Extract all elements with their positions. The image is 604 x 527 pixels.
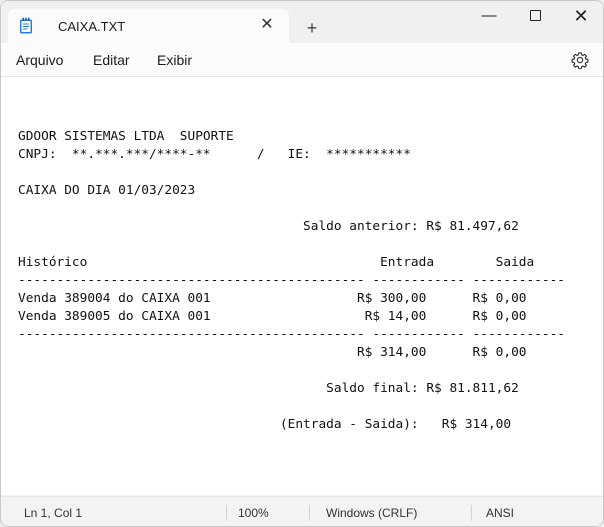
gear-icon[interactable] bbox=[571, 51, 589, 69]
menu-editar[interactable]: Editar bbox=[93, 52, 130, 68]
new-tab-icon[interactable]: + bbox=[301, 17, 323, 39]
text-editor-area[interactable]: GDOOR SISTEMAS LTDA SUPORTE CNPJ: **.***… bbox=[1, 77, 603, 495]
notepad-icon bbox=[20, 17, 32, 34]
document-line: CNPJ: **.***.***/****-** / IE: *********… bbox=[18, 147, 411, 162]
title-bar: CAIXA.TXT ✕ + — ✕ bbox=[1, 1, 603, 43]
line-ending[interactable]: Windows (CRLF) bbox=[326, 506, 417, 520]
document-line: Venda 389004 do CAIXA 001 R$ 300,00 R$ 0… bbox=[18, 291, 527, 306]
document-line: GDOOR SISTEMAS LTDA SUPORTE bbox=[18, 129, 234, 144]
maximize-button[interactable] bbox=[512, 1, 558, 33]
document-line: Histórico Entrada Saida bbox=[18, 255, 535, 270]
maximize-icon bbox=[529, 9, 541, 21]
document-line: (Entrada - Saida): R$ 314,00 bbox=[18, 417, 512, 432]
document-line: R$ 314,00 R$ 0,00 bbox=[18, 345, 527, 360]
document-line: CAIXA DO DIA 01/03/2023 bbox=[18, 183, 196, 198]
minimize-button[interactable]: — bbox=[466, 1, 512, 33]
document-line: ----------------------------------------… bbox=[18, 273, 566, 288]
status-divider bbox=[309, 505, 310, 521]
document-line: ----------------------------------------… bbox=[18, 327, 566, 342]
menu-exibir[interactable]: Exibir bbox=[157, 52, 192, 68]
document-line: Venda 389005 do CAIXA 001 R$ 14,00 R$ 0,… bbox=[18, 309, 527, 324]
notepad-window: CAIXA.TXT ✕ + — ✕ Arquivo Editar Exibir … bbox=[0, 0, 604, 527]
cursor-position: Ln 1, Col 1 bbox=[24, 506, 83, 520]
document-text: GDOOR SISTEMAS LTDA SUPORTE CNPJ: **.***… bbox=[18, 128, 565, 434]
tab-caixa-txt[interactable]: CAIXA.TXT ✕ bbox=[8, 9, 289, 43]
status-bar: Ln 1, Col 1 100% Windows (CRLF) ANSI bbox=[1, 496, 603, 526]
close-window-button[interactable]: ✕ bbox=[558, 1, 603, 33]
minimize-icon: — bbox=[481, 7, 497, 24]
tab-title: CAIXA.TXT bbox=[58, 19, 126, 34]
close-icon: ✕ bbox=[573, 6, 589, 26]
encoding[interactable]: ANSI bbox=[486, 506, 514, 520]
menu-arquivo[interactable]: Arquivo bbox=[16, 52, 63, 68]
zoom-level[interactable]: 100% bbox=[238, 506, 269, 520]
menu-bar: Arquivo Editar Exibir bbox=[1, 43, 603, 77]
close-tab-icon[interactable]: ✕ bbox=[258, 15, 276, 35]
document-line: Saldo final: R$ 81.811,62 bbox=[18, 381, 519, 396]
document-line: Saldo anterior: R$ 81.497,62 bbox=[18, 219, 519, 234]
status-divider bbox=[226, 505, 227, 521]
status-divider bbox=[471, 505, 472, 521]
